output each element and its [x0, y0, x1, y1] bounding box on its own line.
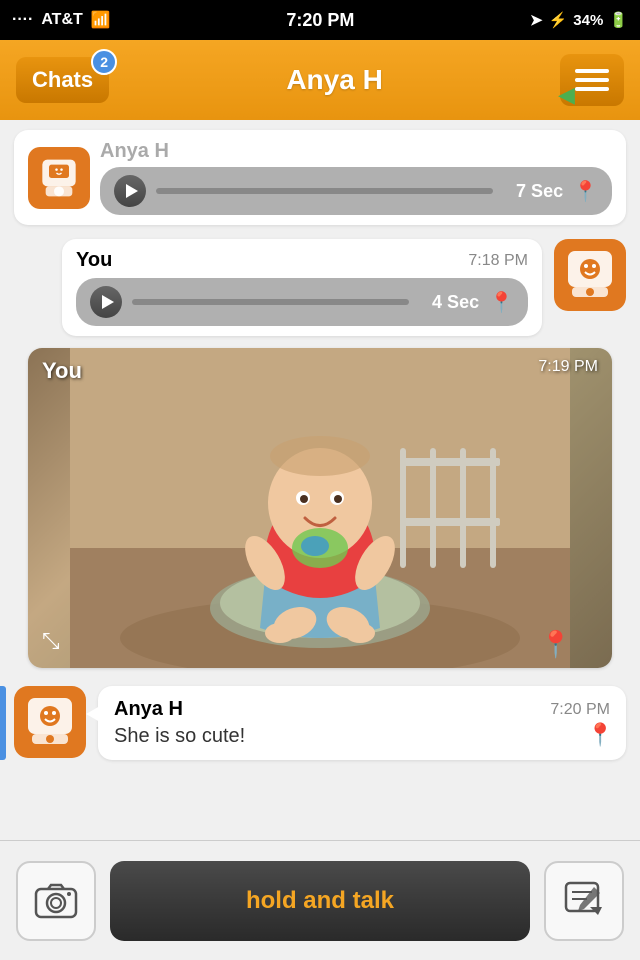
message-image-you: You 7:19 PM ⤡ 📍: [14, 348, 626, 668]
partial-pin-icon: 📍: [573, 179, 598, 204]
avatar-anya-text: [14, 686, 86, 758]
chats-badge: 2: [91, 49, 117, 75]
battery-percent: 34%: [573, 12, 603, 29]
chats-button[interactable]: Chats 2: [16, 57, 109, 103]
partial-audio-bar: [156, 188, 493, 194]
status-bar: ···· AT&T 📶 7:20 PM ➤ ⚡ 34% 🔋: [0, 0, 640, 40]
speaker-icon: ◀: [558, 82, 575, 108]
battery-icon: 🔋: [609, 11, 628, 29]
menu-line-3: [575, 87, 609, 91]
avatar-you-audio: [554, 239, 626, 311]
message-partial-top: Anya H 7 Sec 📍: [14, 130, 626, 225]
camera-icon: [34, 879, 78, 923]
location-icon: ➤: [530, 11, 543, 29]
bluetooth-icon: ⚡: [549, 11, 568, 29]
audio-bar-you: [132, 299, 409, 305]
status-time: 7:20 PM: [286, 10, 354, 31]
text-sender-anya: Anya H: [114, 698, 183, 721]
status-carrier: ···· AT&T 📶: [12, 10, 111, 30]
expand-icon: ⤡: [42, 628, 60, 654]
play-button-you[interactable]: [90, 286, 122, 318]
partial-duration: 7 Sec: [503, 181, 563, 202]
menu-line-1: [575, 69, 609, 73]
chat-area: Anya H 7 Sec 📍 You 7:: [0, 120, 640, 840]
ptt-button[interactable]: hold and talk: [110, 861, 530, 941]
partial-sender: Anya H: [100, 140, 612, 163]
avatar-anya-partial: [28, 147, 90, 209]
partial-audio-player: 7 Sec 📍: [100, 167, 612, 215]
header-title: Anya H: [286, 64, 382, 96]
compose-icon: [562, 879, 606, 923]
image-sender: You: [42, 358, 82, 384]
duration-you: 4 Sec: [419, 292, 479, 313]
bottom-bar: hold and talk: [0, 840, 640, 960]
partial-play-button[interactable]: [114, 175, 146, 207]
camera-button[interactable]: [16, 861, 96, 941]
bubble-sender-you: You: [76, 249, 112, 272]
image-container: You 7:19 PM ⤡ 📍: [28, 348, 612, 668]
signal-dots: ····: [12, 11, 33, 29]
status-right: ➤ ⚡ 34% 🔋: [530, 11, 628, 29]
text-pin-icon: 📍: [587, 722, 614, 748]
text-content-anya: She is so cute!: [114, 725, 610, 748]
wifi-icon: 📶: [91, 10, 111, 30]
text-time-anya: 7:20 PM: [550, 701, 610, 719]
menu-line-2: [575, 78, 609, 82]
audio-player-you: 4 Sec 📍: [76, 278, 528, 326]
bubble-time-you: 7:18 PM: [468, 252, 528, 270]
partial-content: Anya H 7 Sec 📍: [100, 140, 612, 215]
header: Chats 2 Anya H ◀: [0, 40, 640, 120]
pin-icon-you: 📍: [489, 290, 514, 315]
message-text-anya: Anya H 7:20 PM She is so cute! 📍: [0, 678, 640, 768]
image-time: 7:19 PM: [538, 358, 598, 376]
text-bubble-anya: Anya H 7:20 PM She is so cute! 📍: [98, 686, 626, 760]
menu-button[interactable]: ◀: [560, 54, 624, 106]
bubble-audio-you: You 7:18 PM 4 Sec 📍: [62, 239, 542, 336]
image-pin-icon: 📍: [540, 629, 572, 660]
image-placeholder: [28, 348, 612, 668]
blue-bar: [0, 686, 6, 760]
message-audio-you: You 7:18 PM 4 Sec 📍: [0, 233, 640, 342]
ptt-label: hold and talk: [246, 887, 394, 915]
compose-button[interactable]: [544, 861, 624, 941]
